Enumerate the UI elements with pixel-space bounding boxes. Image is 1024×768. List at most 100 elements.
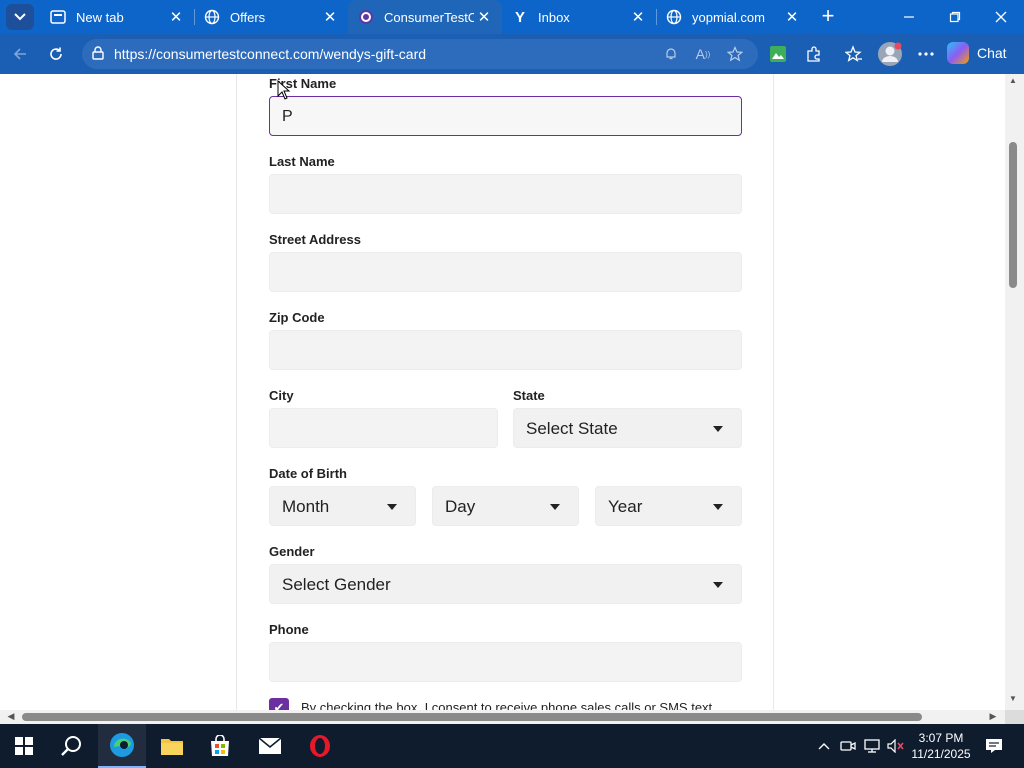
profile-button[interactable] [876,40,904,68]
checkmark-icon: ✔ [273,700,285,710]
horizontal-scrollbar[interactable]: ◀ ▶ [0,710,1005,724]
gender-select[interactable]: Select Gender [269,564,742,604]
extensions-button[interactable] [800,40,828,68]
opera-browser-icon [310,735,330,757]
scroll-left-arrow-icon[interactable]: ◀ [6,711,16,723]
vertical-scrollbar[interactable]: ▲ ▼ [1005,74,1024,710]
new-tab-button[interactable]: + [816,2,840,30]
read-aloud-icon[interactable]: A)) [694,45,712,63]
image-extension-icon [770,46,786,62]
dob-day-select[interactable]: Day [432,486,579,526]
search-icon [61,736,81,756]
tab-yopmial[interactable]: yopmial.com ✕ [656,0,810,34]
address-bar[interactable]: https://consumertestconnect.com/wendys-g… [82,39,758,69]
lock-icon[interactable] [90,45,106,61]
street-address-input[interactable] [269,252,742,292]
start-button[interactable] [0,724,48,768]
minimize-button[interactable] [886,0,932,34]
folder-icon [161,739,183,755]
url-text[interactable]: https://consumertestconnect.com/wendys-g… [114,46,426,62]
avatar-icon [878,42,902,66]
taskbar-opera[interactable] [296,724,344,768]
scrollbar-corner [1005,710,1024,724]
close-tab-icon[interactable]: ✕ [628,8,648,26]
network-icon[interactable] [862,736,882,756]
extension-image-button[interactable] [764,40,792,68]
scroll-up-arrow-icon[interactable]: ▲ [1008,76,1018,86]
tab-title: ConsumerTestCor [384,9,474,25]
first-name-input[interactable]: P [269,96,742,136]
dob-month-select[interactable]: Month [269,486,416,526]
tab-new-tab[interactable]: New tab ✕ [40,0,194,34]
dob-month-value: Month [282,497,330,516]
volume-muted-icon[interactable] [886,736,906,756]
consent-checkbox[interactable]: ✔ [269,698,289,710]
notification-center-icon[interactable] [984,736,1004,756]
globe-icon [204,9,220,25]
dob-year-value: Year [608,497,643,516]
close-tab-icon[interactable]: ✕ [166,8,186,26]
show-hidden-icons-chevron-icon[interactable] [814,736,834,756]
meet-now-camera-icon[interactable] [838,736,858,756]
taskbar-clock[interactable]: 3:07 PM 11/21/2025 [904,730,978,762]
scroll-right-arrow-icon[interactable]: ▶ [988,711,998,723]
search-button[interactable] [48,724,96,768]
clock-date: 11/21/2025 [911,747,971,761]
favorites-star-icon [845,45,862,62]
close-tab-icon[interactable]: ✕ [474,8,494,26]
taskbar-mail[interactable] [246,724,294,768]
tab-actions-menu-button[interactable] [6,4,34,30]
tab-title: Offers [230,9,266,25]
taskbar-file-explorer[interactable] [148,724,196,768]
tab-strip: New tab ✕ Offers ✕ ConsumerTestCor ✕ Y I… [0,0,1024,34]
registration-form: First Name P Last Name Street Address Zi… [236,74,774,710]
caret-down-icon [713,582,723,588]
edge-newtab-icon [50,9,66,25]
restore-button[interactable] [932,0,978,34]
minimize-icon [904,16,914,18]
globe-icon [666,9,682,25]
vertical-scroll-thumb[interactable] [1009,142,1017,288]
favorites-button[interactable] [840,40,868,68]
back-button[interactable] [6,40,34,68]
mail-envelope-icon [258,737,282,754]
copilot-chat-button[interactable]: Chat [947,38,1019,68]
tab-title: yopmial.com [692,9,765,25]
zip-code-input[interactable] [269,330,742,370]
close-tab-icon[interactable]: ✕ [782,8,802,26]
puzzle-icon [807,46,820,62]
more-horizontal-icon [918,52,934,56]
dob-label: Date of Birth [269,466,347,481]
close-window-button[interactable] [978,0,1024,34]
consent-text: By checking the box, I consent to receiv… [301,700,713,710]
taskbar-edge[interactable] [98,724,146,768]
dob-year-select[interactable]: Year [595,486,742,526]
last-name-input[interactable] [269,174,742,214]
close-icon [995,11,1007,23]
favorite-star-icon[interactable] [726,45,744,63]
settings-more-button[interactable] [912,40,940,68]
refresh-icon [50,47,62,60]
clock-time: 3:07 PM [918,731,964,745]
copilot-icon [947,42,969,64]
city-input[interactable] [269,408,498,448]
caret-down-icon [550,504,560,510]
tab-offers[interactable]: Offers ✕ [194,0,348,34]
close-tab-icon[interactable]: ✕ [320,8,340,26]
mouse-pointer-icon [277,80,291,100]
city-label: City [269,388,294,403]
phone-input[interactable] [269,642,742,682]
taskbar-store[interactable] [196,724,244,768]
refresh-button[interactable] [42,40,70,68]
tab-consumertest[interactable]: ConsumerTestCor ✕ [348,0,502,34]
gender-label: Gender [269,544,315,559]
caret-down-icon [713,426,723,432]
tab-inbox[interactable]: Y Inbox ✕ [502,0,656,34]
chevron-down-icon [14,13,26,21]
state-select[interactable]: Select State [513,408,742,448]
notification-bell-icon[interactable] [662,45,680,63]
caret-down-icon [387,504,397,510]
horizontal-scroll-thumb[interactable] [22,713,922,721]
edge-browser-icon [110,733,134,757]
scroll-down-arrow-icon[interactable]: ▼ [1008,694,1018,704]
